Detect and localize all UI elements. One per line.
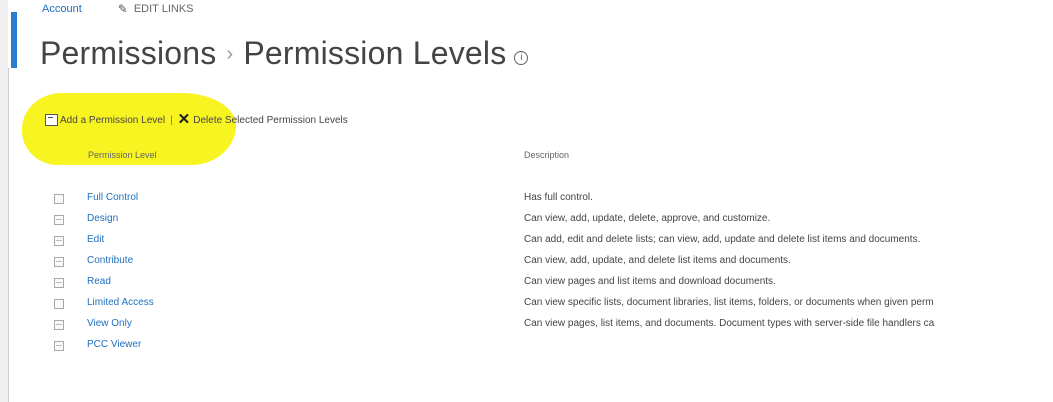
permission-level-link[interactable]: Full Control	[87, 192, 138, 203]
title-separator: ›	[226, 43, 234, 65]
table-row: Edit Can add, edit and delete lists; can…	[0, 232, 1053, 252]
permission-level-link[interactable]: Read	[87, 276, 111, 287]
permission-level-description: Can view specific lists, document librar…	[524, 297, 934, 308]
permission-level-description: Has full control.	[524, 192, 593, 203]
table-row: View Only Can view pages, list items, an…	[0, 316, 1053, 336]
page: Account ✎ EDIT LINKS Permissions › Permiss…	[0, 0, 1053, 402]
table-row: PCC Viewer	[0, 337, 1053, 357]
row-checkbox[interactable]	[54, 257, 64, 267]
permission-level-link[interactable]: Limited Access	[87, 297, 154, 308]
row-checkbox[interactable]	[54, 278, 64, 288]
info-icon[interactable]: i	[514, 51, 529, 65]
table-row: Limited Access Can view specific lists, …	[0, 295, 1053, 315]
top-nav: Account ✎ EDIT LINKS	[42, 0, 194, 18]
toolbar-divider: |	[170, 114, 173, 126]
title-current: Permission Levels	[243, 35, 507, 71]
permission-level-description: Can add, edit and delete lists; can view…	[524, 234, 921, 245]
column-header-permission-level[interactable]: Permission Level	[88, 150, 157, 160]
row-checkbox[interactable]	[54, 341, 64, 351]
breadcrumb-account-link[interactable]: Account	[42, 3, 82, 15]
permission-level-link[interactable]: Design	[87, 213, 118, 224]
permission-level-description: Can view pages, list items, and document…	[524, 318, 935, 329]
toolbar: Add a Permission Level | ✕ Delete Select…	[45, 112, 348, 128]
permission-level-description: Can view, add, update, and delete list i…	[524, 255, 791, 266]
edit-links-label: EDIT LINKS	[133, 3, 194, 15]
add-permission-level-button[interactable]: Add a Permission Level	[60, 115, 165, 126]
add-permission-level-icon	[45, 114, 58, 126]
table-row: Full Control Has full control.	[0, 190, 1053, 210]
delete-x-icon: ✕	[177, 111, 191, 128]
permission-level-description: Can view pages and list items and downlo…	[524, 276, 776, 287]
row-checkbox[interactable]	[54, 236, 64, 246]
column-header-description: Description	[524, 150, 570, 160]
table-row: Design Can view, add, update, delete, ap…	[0, 211, 1053, 231]
title-parent-link[interactable]: Permissions	[40, 35, 216, 71]
row-checkbox[interactable]	[54, 320, 64, 330]
table-row: Read Can view pages and list items and d…	[0, 274, 1053, 294]
permission-level-link[interactable]: PCC Viewer	[87, 339, 141, 350]
permission-level-link[interactable]: Contribute	[87, 255, 133, 266]
row-checkbox[interactable]	[54, 215, 64, 225]
row-checkbox[interactable]	[54, 299, 64, 309]
permission-level-link[interactable]: View Only	[87, 318, 132, 329]
page-title: Permissions › Permission Levels i	[40, 35, 529, 72]
delete-selected-button[interactable]: Delete Selected Permission Levels	[193, 115, 348, 126]
row-checkbox[interactable]	[54, 194, 64, 204]
pencil-icon: ✎	[117, 2, 128, 16]
edit-links-button[interactable]: ✎ EDIT LINKS	[118, 2, 194, 16]
permission-level-link[interactable]: Edit	[87, 234, 104, 245]
permission-level-description: Can view, add, update, delete, approve, …	[524, 213, 771, 224]
table-row: Contribute Can view, add, update, and de…	[0, 253, 1053, 273]
title-accent-bar	[11, 12, 17, 68]
